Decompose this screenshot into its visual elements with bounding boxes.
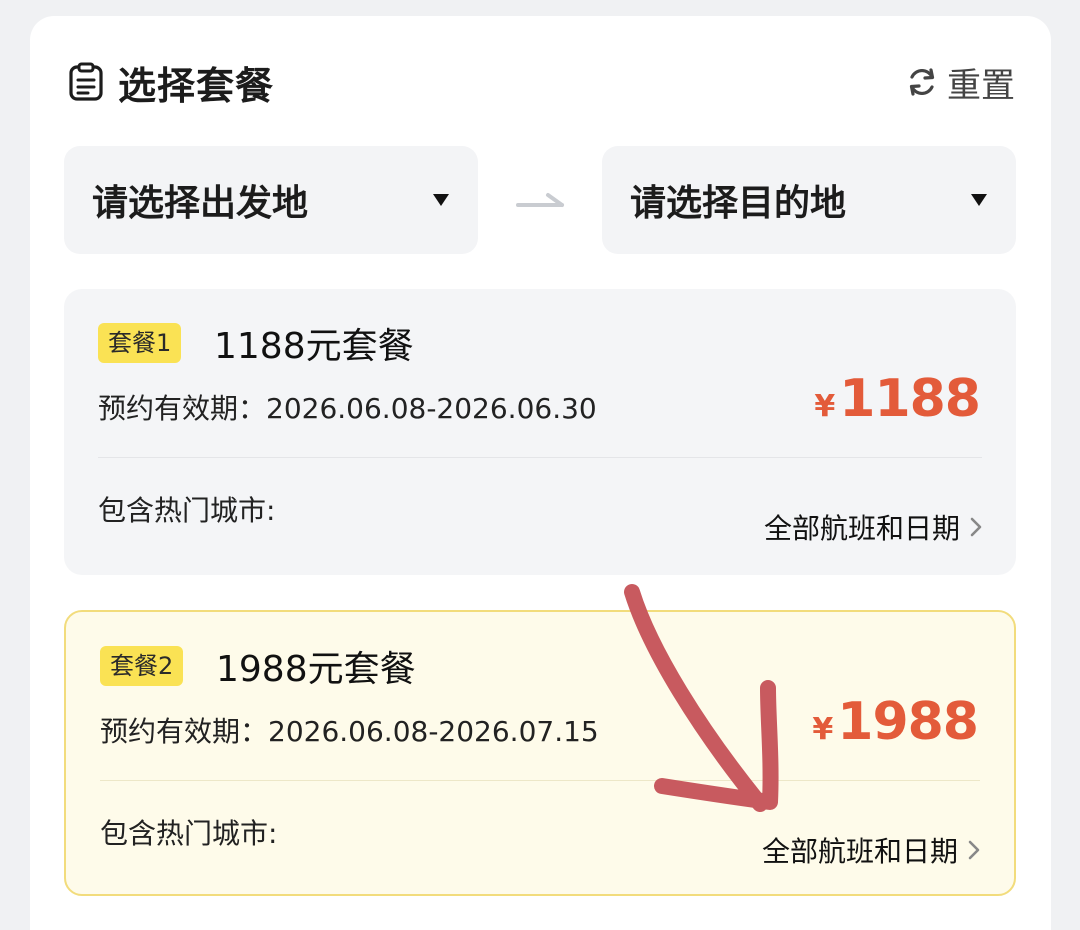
all-flights-dates-label: 全部航班和日期 <box>761 835 958 868</box>
all-flights-dates-link[interactable]: 全部航班和日期 <box>764 507 984 547</box>
arrow-right-icon <box>516 190 566 210</box>
document-list-icon <box>68 62 104 102</box>
destination-select-text: 请选择目的地 <box>630 183 847 224</box>
package-card-1[interactable]: 套餐1 1188元套餐 预约有效期：2026.06.08-2026.06.30 … <box>64 289 1016 575</box>
caret-down-icon <box>970 193 988 207</box>
package-badge: 套餐2 <box>100 646 184 686</box>
reset-button[interactable]: 重置 <box>905 58 1015 107</box>
card-divider <box>100 780 980 781</box>
price-currency: ¥ <box>814 389 836 424</box>
package-price: ¥ 1188 <box>814 369 981 429</box>
refresh-icon <box>905 65 939 99</box>
header-title-group: 选择套餐 <box>68 55 274 110</box>
caret-down-icon <box>432 193 450 207</box>
package-name: 1188元套餐 <box>214 326 414 367</box>
package-validity: 预约有效期：2026.06.08-2026.07.15 <box>100 715 599 748</box>
card-divider <box>98 457 982 458</box>
cities-label: 包含热门城市: <box>98 494 276 527</box>
all-flights-dates-link[interactable]: 全部航班和日期 <box>762 830 982 870</box>
price-value: 1988 <box>837 692 979 752</box>
price-value: 1188 <box>839 369 981 429</box>
price-currency: ¥ <box>812 712 834 747</box>
route-selector: 请选择出发地 请选择目的地 <box>64 146 1016 254</box>
page-title: 选择套餐 <box>118 63 275 108</box>
all-flights-dates-label: 全部航班和日期 <box>763 512 960 545</box>
origin-select[interactable]: 请选择出发地 <box>64 146 478 254</box>
package-card-2[interactable]: 套餐2 1988元套餐 预约有效期：2026.06.08-2026.07.15 … <box>64 610 1016 896</box>
package-price: ¥ 1988 <box>812 692 979 752</box>
package-selection-panel: 选择套餐 重置 请选择出发地 请选择目的地 套餐1 1188元套餐 预约有效期：… <box>30 16 1051 930</box>
package-validity: 预约有效期：2026.06.08-2026.06.30 <box>98 392 597 425</box>
reset-label: 重置 <box>947 65 1015 106</box>
chevron-right-icon <box>968 515 984 539</box>
origin-select-text: 请选择出发地 <box>92 183 309 224</box>
chevron-right-icon <box>966 838 982 862</box>
destination-select[interactable]: 请选择目的地 <box>602 146 1016 254</box>
package-badge: 套餐1 <box>98 323 182 363</box>
panel-header: 选择套餐 重置 <box>68 54 1015 110</box>
package-name: 1988元套餐 <box>216 649 416 690</box>
cities-label: 包含热门城市: <box>100 817 278 850</box>
